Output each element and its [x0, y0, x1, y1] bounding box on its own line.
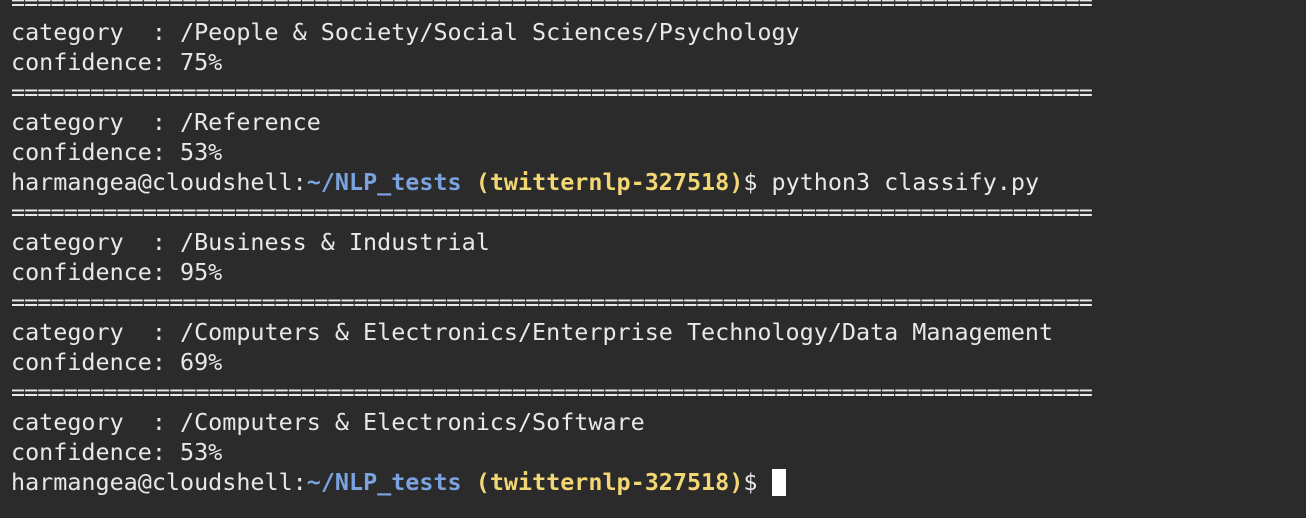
prompt-path: ~/NLP_tests [306, 168, 462, 196]
prompt-line: harmangea@cloudshell:~/NLP_tests (twitte… [11, 167, 1306, 197]
separator-line: ========================================… [11, 288, 1093, 316]
prompt-user-host: harmangea@cloudshell: [11, 468, 307, 496]
separator-line: ========================================… [11, 198, 1093, 226]
output-line: category : /Computers & Electronics/Soft… [11, 408, 645, 436]
prompt-project: (twitternlp-327518) [475, 468, 744, 496]
command-text [757, 468, 771, 496]
output-line: confidence: 95% [11, 258, 223, 286]
output-line: category : /Computers & Electronics/Ente… [11, 318, 1054, 346]
output-line: category : /Business & Industrial [11, 228, 490, 256]
output-line: confidence: 53% [11, 138, 223, 166]
output-line: category : /People & Society/Social Scie… [11, 18, 800, 46]
terminal-output[interactable]: ========================================… [0, 0, 1306, 505]
prompt-line: harmangea@cloudshell:~/NLP_tests (twitte… [11, 467, 1306, 497]
command-text: python3 classify.py [757, 168, 1040, 196]
output-line: confidence: 53% [11, 438, 223, 466]
prompt-path: ~/NLP_tests [306, 468, 462, 496]
prompt-symbol: $ [743, 468, 758, 496]
output-line: category : /Reference [11, 108, 321, 136]
separator-line: ========================================… [11, 0, 1093, 16]
separator-line: ========================================… [11, 378, 1093, 406]
prompt-user-host: harmangea@cloudshell: [11, 168, 307, 196]
output-line: confidence: 69% [11, 348, 223, 376]
output-line: confidence: 75% [11, 48, 223, 76]
separator-line: ========================================… [11, 78, 1093, 106]
prompt-project: (twitternlp-327518) [475, 168, 744, 196]
prompt-symbol: $ [743, 168, 758, 196]
text-cursor[interactable] [771, 469, 786, 496]
